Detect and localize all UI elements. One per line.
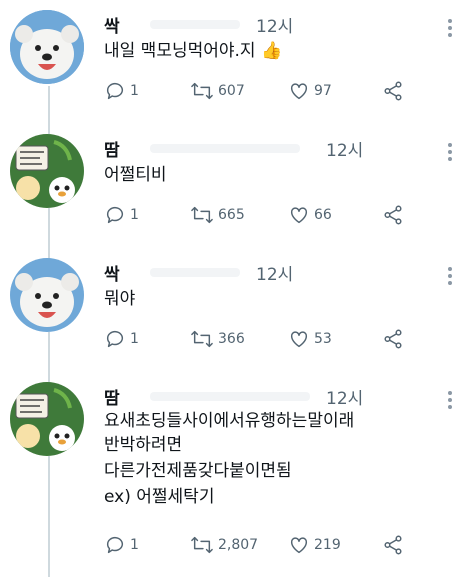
white-puppy-avatar-icon [10, 10, 84, 84]
reply-button[interactable]: 1 [104, 534, 139, 556]
avatar[interactable] [10, 258, 84, 332]
retweet-button[interactable]: 607 [190, 80, 245, 102]
tweet-text-line: 반박하려면 [104, 435, 183, 455]
like-count: 66 [314, 207, 332, 223]
avatar[interactable] [10, 134, 84, 208]
more-options-icon[interactable] [448, 264, 454, 288]
more-options-icon[interactable] [448, 16, 454, 40]
reply-button[interactable]: 1 [104, 204, 139, 226]
tweet-text-line: 요새초딩들사이에서유행하는말이래 [104, 411, 355, 431]
tweet[interactable]: 싹 12시 내일 맥모닝먹어야.지 👍 1 607 97 [0, 0, 472, 124]
reply-icon [106, 206, 123, 224]
tweet-time[interactable]: 12시 [256, 260, 293, 285]
display-name[interactable]: 싹 [104, 260, 120, 285]
tweet-text: 뭐야 [104, 289, 136, 309]
tweet-time[interactable]: 12시 [326, 136, 363, 161]
reply-button[interactable]: 1 [104, 80, 139, 102]
display-name[interactable]: 땀 [104, 136, 120, 161]
blurred-handle [150, 144, 300, 153]
tweet-text: 어쩔티비 [104, 165, 167, 185]
share-icon [384, 81, 402, 101]
like-count: 97 [314, 83, 332, 99]
retweet-icon [191, 82, 213, 100]
heart-icon [290, 331, 308, 348]
share-icon [384, 205, 402, 225]
retweet-count: 665 [218, 207, 245, 223]
like-button[interactable]: 66 [288, 204, 332, 226]
retweet-button[interactable]: 2,807 [190, 534, 258, 556]
display-name[interactable]: 땀 [104, 384, 120, 409]
reply-icon [106, 330, 123, 348]
avatar[interactable] [10, 382, 84, 456]
reply-icon [106, 536, 123, 554]
tweet[interactable]: 싹 12시 뭐야 1 366 53 [0, 248, 472, 372]
blurred-handle [150, 392, 310, 401]
like-button[interactable]: 97 [288, 80, 332, 102]
tweet-text: 내일 맥모닝먹어야.지 👍 [104, 41, 283, 61]
more-options-icon[interactable] [448, 388, 454, 412]
tweet-time[interactable]: 12시 [326, 384, 363, 409]
blurred-handle [150, 20, 240, 29]
tweet-actions: 1 2,807 219 [104, 534, 414, 558]
retweet-count: 607 [218, 83, 245, 99]
tweet-actions: 1 607 97 [104, 80, 414, 104]
share-icon [384, 329, 402, 349]
like-button[interactable]: 53 [288, 328, 332, 350]
reply-count: 1 [130, 537, 139, 553]
tweet[interactable]: 땀 12시 요새초딩들사이에서유행하는말이래 반박하려면 다른가전제품갖다붙이면… [0, 372, 472, 577]
like-button[interactable]: 219 [288, 534, 341, 556]
like-count: 219 [314, 537, 341, 553]
tweet[interactable]: 땀 12시 어쩔티비 1 665 66 [0, 124, 472, 248]
reply-count: 1 [130, 83, 139, 99]
display-name[interactable]: 싹 [104, 12, 120, 37]
share-button[interactable] [382, 204, 404, 226]
retweet-icon [191, 206, 213, 224]
retweet-button[interactable]: 366 [190, 328, 245, 350]
avatar[interactable] [10, 10, 84, 84]
heart-icon [290, 207, 308, 224]
tweet-actions: 1 665 66 [104, 204, 414, 228]
green-cartoon-avatar-icon [10, 134, 84, 208]
tweet-text-line: 다른가전제품갖다붙이면됨 [104, 461, 292, 481]
share-button[interactable] [382, 534, 404, 556]
blurred-handle [150, 268, 240, 277]
reply-count: 1 [130, 207, 139, 223]
like-count: 53 [314, 331, 332, 347]
white-puppy-avatar-icon [10, 258, 84, 332]
share-button[interactable] [382, 328, 404, 350]
retweet-icon [191, 536, 213, 554]
reply-count: 1 [130, 331, 139, 347]
tweet-actions: 1 366 53 [104, 328, 414, 352]
more-options-icon[interactable] [448, 140, 454, 164]
share-icon [384, 535, 402, 555]
tweet-text-line: ex) 어쩔세탁기 [104, 487, 215, 507]
retweet-count: 366 [218, 331, 245, 347]
retweet-count: 2,807 [218, 537, 259, 553]
share-button[interactable] [382, 80, 404, 102]
heart-icon [290, 83, 308, 100]
tweet-time[interactable]: 12시 [256, 12, 293, 37]
heart-icon [290, 537, 308, 554]
retweet-icon [191, 330, 213, 348]
retweet-button[interactable]: 665 [190, 204, 245, 226]
reply-icon [106, 82, 123, 100]
reply-button[interactable]: 1 [104, 328, 139, 350]
green-cartoon-avatar-icon [10, 382, 84, 456]
